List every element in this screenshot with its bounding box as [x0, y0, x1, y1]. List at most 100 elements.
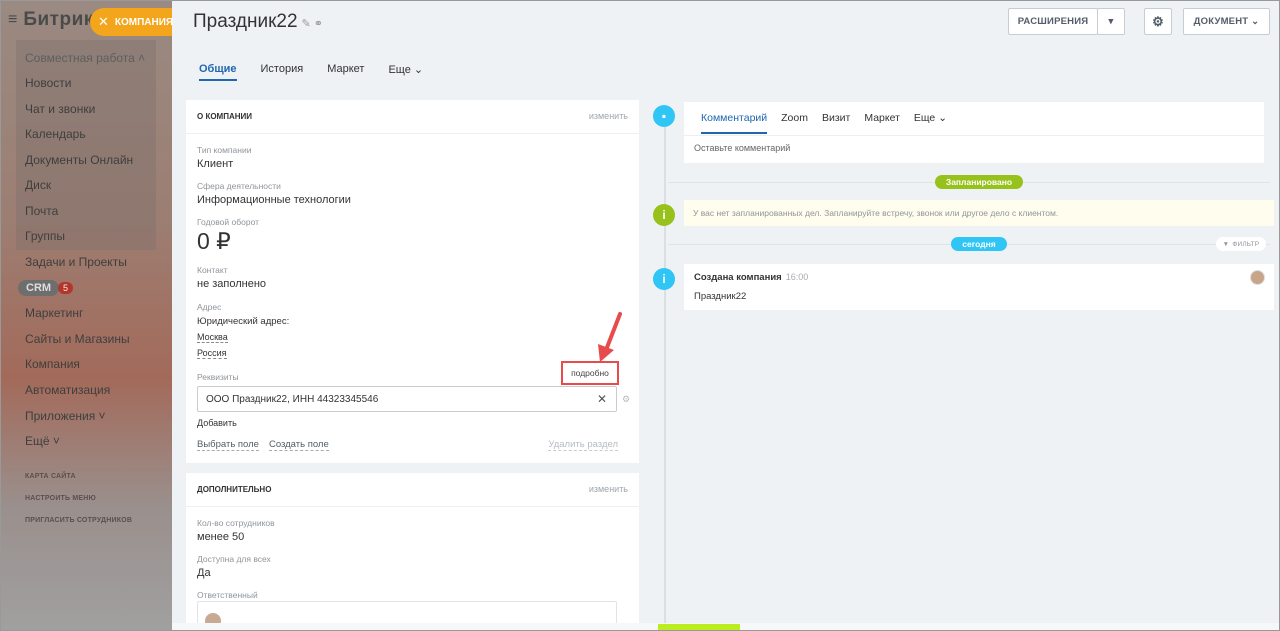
edit-link[interactable]: изменить: [589, 484, 628, 494]
divider: [684, 135, 1264, 136]
requisites-field[interactable]: ООО Праздник22, ИНН 44323345546 ✕: [197, 386, 617, 412]
document-button[interactable]: ДОКУМЕНТ ⌄: [1183, 8, 1270, 35]
card-title: ДОПОЛНИТЕЛЬНО: [197, 485, 272, 494]
employees-value: менее 50: [197, 531, 245, 543]
available-label: Доступна для всех: [197, 554, 271, 564]
sidebar-item-calendar[interactable]: Календарь: [25, 127, 86, 141]
address-country-link[interactable]: Россия: [197, 348, 227, 359]
requisites-label: Реквизиты: [197, 372, 239, 382]
card-footer-links: Выбрать поле Создать поле: [197, 439, 329, 451]
sidebar-item-more[interactable]: Ещё ˅: [25, 434, 60, 448]
sidebar-section-title[interactable]: Совместная работа ˄: [25, 51, 145, 65]
sidebar-item-automation[interactable]: Автоматизация: [25, 383, 110, 397]
contact-label: Контакт: [197, 265, 228, 275]
event-title: Создана компания 16:00: [694, 272, 809, 283]
tab-comment[interactable]: Комментарий: [701, 112, 768, 134]
info-icon: i: [653, 268, 675, 290]
event-time: 16:00: [785, 272, 809, 282]
sidebar-item-tasks[interactable]: Задачи и Проекты: [25, 255, 127, 269]
tab-history[interactable]: История: [261, 63, 304, 81]
sidebar-item-groups[interactable]: Группы: [25, 229, 65, 243]
add-requisite-link[interactable]: Добавить: [197, 418, 237, 428]
divider: [186, 506, 639, 507]
available-value: Да: [197, 567, 211, 579]
caret-down-icon: ▾: [1108, 16, 1114, 27]
company-type-value: Клиент: [197, 158, 234, 170]
tab-market[interactable]: Маркет: [327, 63, 364, 81]
sidebar-item-docs[interactable]: Документы Онлайн: [25, 153, 133, 167]
industry-label: Сфера деятельности: [197, 181, 281, 191]
close-icon[interactable]: ✕: [597, 392, 607, 406]
requisites-value: ООО Праздник22, ИНН 44323345546: [206, 393, 379, 405]
info-icon: i: [653, 204, 675, 226]
contact-value: не заполнено: [197, 278, 267, 290]
revenue-label: Годовой оборот: [197, 217, 260, 227]
today-badge: сегодня: [951, 237, 1007, 251]
filter-button[interactable]: ▼ ФИЛЬТР: [1216, 237, 1266, 251]
planned-empty-notice: У вас нет запланированных дел. Запланиру…: [684, 200, 1274, 226]
tab-market[interactable]: Маркет: [864, 112, 900, 134]
choose-field-link[interactable]: Выбрать поле: [197, 439, 259, 451]
annotation-arrow-icon: [598, 312, 622, 362]
tab-visit[interactable]: Визит: [822, 112, 850, 134]
chip-label: КОМПАНИЯ: [114, 16, 174, 28]
industry-value: Информационные технологии: [197, 194, 351, 206]
sidebar-item-news[interactable]: Новости: [25, 76, 71, 90]
gear-icon: ⚙: [1152, 13, 1164, 29]
sidebar-item-crm[interactable]: CRM: [18, 280, 60, 296]
delete-section-link[interactable]: Удалить раздел: [548, 439, 618, 451]
legal-address-label: Юридический адрес:: [197, 316, 290, 327]
sidebar-sitemap-link[interactable]: КАРТА САЙТА: [25, 473, 76, 480]
address-city-link[interactable]: Москва: [197, 332, 228, 343]
close-slider-chip[interactable]: ✕ КОМПАНИЯ: [90, 8, 174, 36]
avatar[interactable]: [1250, 270, 1265, 285]
sidebar-configure-menu-link[interactable]: НАСТРОИТЬ МЕНЮ: [25, 495, 96, 502]
address-label: Адрес: [197, 302, 222, 312]
save-bar-indicator: [658, 624, 740, 631]
sidebar-item-marketing[interactable]: Маркетинг: [25, 306, 83, 320]
menu-panel: [16, 40, 156, 250]
tab-zoom[interactable]: Zoom: [781, 112, 808, 134]
edit-link[interactable]: изменить: [589, 111, 628, 121]
comment-icon: ▪: [653, 105, 675, 127]
planned-badge: Запланировано: [935, 175, 1023, 189]
revenue-value: 0 ₽: [197, 228, 231, 254]
tab-general[interactable]: Общие: [199, 63, 237, 81]
sidebar-item-sites[interactable]: Сайты и Магазины: [25, 332, 130, 346]
timeline-line: [664, 112, 666, 631]
sidebar-item-apps[interactable]: Приложения ˅: [25, 409, 106, 423]
left-sidebar: ≡ Битрикс Совместная работа ˄ Новости Ча…: [0, 0, 172, 631]
page-title[interactable]: Праздник22 ✎ ⚭: [193, 11, 323, 33]
edit-pencil-icon[interactable]: ✎ ⚭: [302, 18, 324, 30]
timeline-tabs: Комментарий Zoom Визит Маркет Еще ⌄: [701, 112, 947, 134]
divider: [186, 133, 639, 134]
sidebar-item-disk[interactable]: Диск: [25, 178, 51, 192]
company-card-slider: Праздник22 ✎ ⚭ РАСШИРЕНИЯ ▾ ⚙ ДОКУМЕНТ ⌄ …: [172, 0, 1280, 631]
crm-count-badge: 5: [58, 282, 74, 294]
sidebar-item-company[interactable]: Компания: [25, 357, 80, 371]
card-title: О КОМПАНИИ: [197, 112, 253, 121]
employees-label: Кол-во сотрудников: [197, 518, 275, 528]
sidebar-item-chat[interactable]: Чат и звонки: [25, 102, 95, 116]
company-type-label: Тип компании: [197, 145, 252, 155]
create-field-link[interactable]: Создать поле: [268, 439, 329, 451]
additional-card: ДОПОЛНИТЕЛЬНО изменить Кол-во сотруднико…: [186, 473, 639, 631]
sidebar-invite-link[interactable]: ПРИГЛАСИТЬ СОТРУДНИКОВ: [25, 517, 132, 524]
timeline-editor: Комментарий Zoom Визит Маркет Еще ⌄ Оста…: [684, 102, 1264, 163]
filter-icon: ▼: [1222, 240, 1230, 248]
responsible-label: Ответственный: [197, 590, 258, 600]
timeline-event: Создана компания 16:00 Праздник22: [684, 264, 1274, 310]
tab-more[interactable]: Еще ⌄: [388, 63, 423, 81]
extensions-dropdown-button[interactable]: ▾: [1097, 8, 1125, 35]
tab-more[interactable]: Еще ⌄: [914, 112, 947, 134]
main-tabs: Общие История Маркет Еще ⌄: [199, 63, 423, 81]
about-company-card: О КОМПАНИИ изменить Тип компании Клиент …: [186, 100, 639, 463]
gear-icon[interactable]: ⚙: [622, 394, 630, 405]
menu-burger-icon[interactable]: ≡: [8, 11, 17, 29]
sidebar-item-mail[interactable]: Почта: [25, 204, 58, 218]
comment-input[interactable]: Оставьте комментарий: [694, 143, 790, 153]
extensions-button[interactable]: РАСШИРЕНИЯ: [1008, 8, 1098, 35]
settings-button[interactable]: ⚙: [1144, 8, 1172, 35]
chevron-down-icon: ⌄: [1251, 16, 1260, 27]
event-text: Праздник22: [694, 291, 747, 302]
